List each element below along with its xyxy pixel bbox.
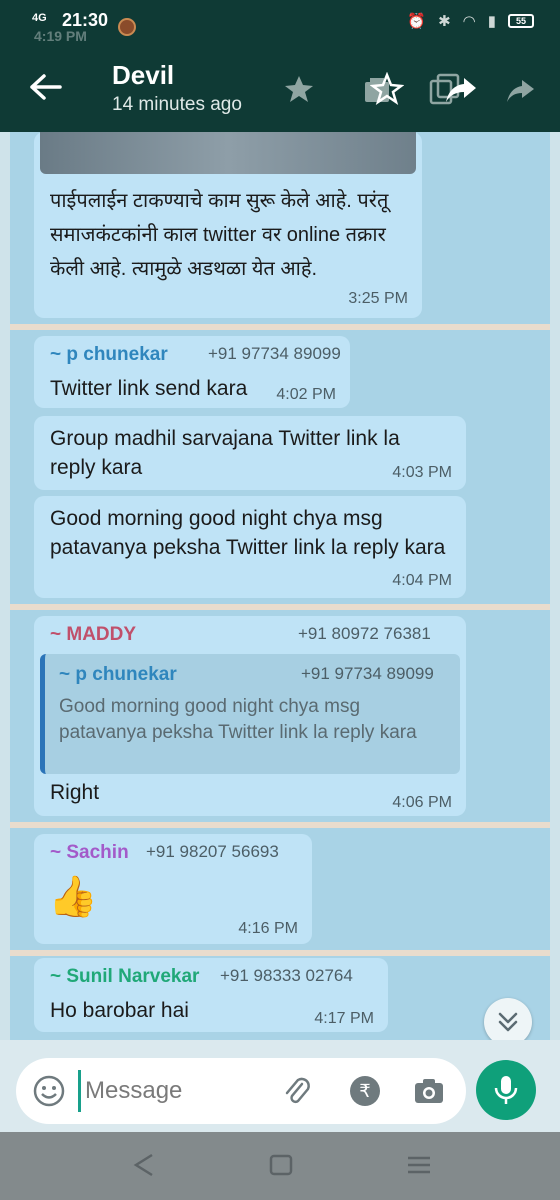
sender-name[interactable]: ~ p chunekar	[50, 344, 168, 366]
ghost-time: 4:19 PM	[34, 28, 87, 44]
separator	[10, 822, 550, 828]
message-time: 3:25 PM	[348, 290, 408, 307]
message-input[interactable]	[78, 1070, 258, 1112]
more-icon[interactable]	[504, 72, 538, 106]
separator	[10, 324, 550, 330]
chat-area[interactable]: पाईपलाईन टाकण्याचे काम सुरू केले आहे. पर…	[10, 132, 550, 1040]
message-text: Ho barobar hai	[50, 999, 189, 1022]
contact-name[interactable]: Devil	[112, 60, 174, 91]
sender-phone: +91 97734 89099	[208, 344, 341, 363]
signal-icon: ▮	[487, 13, 496, 30]
quoted-text: Good morning good night chya msg patavan…	[59, 696, 417, 743]
chat-header: Devil 14 minutes ago	[0, 44, 560, 132]
bluetooth-icon: ✱	[438, 13, 451, 30]
separator	[10, 604, 550, 610]
sender-name[interactable]: ~ MADDY	[50, 624, 136, 646]
message-text: Group madhil sarvajana Twitter link la r…	[50, 427, 400, 479]
message-bubble[interactable]: ~ Sunil Narvekar +91 98333 02764 Ho baro…	[34, 958, 388, 1032]
message-bubble[interactable]: Group madhil sarvajana Twitter link la r…	[34, 416, 466, 490]
quoted-sender: ~ p chunekar	[59, 664, 177, 685]
mic-icon	[494, 1076, 518, 1104]
sender-name[interactable]: ~ Sachin	[50, 842, 129, 864]
emoji-icon[interactable]	[32, 1074, 66, 1108]
message-composer: ₹	[0, 1040, 560, 1132]
message-time: 4:17 PM	[314, 1010, 374, 1027]
notification-dot-icon	[118, 18, 136, 36]
rupee-payment-icon[interactable]: ₹	[348, 1074, 382, 1108]
message-time: 4:16 PM	[238, 920, 298, 937]
alarm-icon: ⏰	[407, 13, 427, 30]
scroll-to-bottom-button[interactable]	[484, 998, 532, 1046]
sender-name[interactable]: ~ Sunil Narvekar	[50, 966, 199, 988]
message-bubble[interactable]: ~ MADDY +91 80972 76381 ~ p chunekar +91…	[34, 616, 466, 816]
svg-text:₹: ₹	[359, 1081, 370, 1102]
message-time: 4:04 PM	[392, 572, 452, 589]
battery-icon: 55	[508, 14, 534, 28]
camera-icon[interactable]	[412, 1074, 446, 1108]
message-time: 4:02 PM	[276, 386, 336, 403]
nav-back-icon[interactable]	[130, 1152, 160, 1178]
network-indicator: 4G	[32, 12, 47, 24]
message-time: 4:06 PM	[392, 794, 452, 811]
thumbs-up-emoji: 👍	[48, 875, 98, 919]
message-text: Twitter link send kara	[50, 377, 248, 400]
message-bubble[interactable]: ~ p chunekar +91 97734 89099 Twitter lin…	[34, 336, 350, 408]
message-bubble[interactable]: Good morning good night chya msg patavan…	[34, 496, 466, 598]
star-icon[interactable]	[282, 72, 316, 106]
sender-phone: +91 98333 02764	[220, 966, 353, 985]
quoted-phone: +91 97734 89099	[301, 664, 434, 683]
message-text: Right	[50, 781, 100, 804]
wifi-icon: ◠	[462, 13, 476, 30]
nav-recents-icon[interactable]	[404, 1152, 434, 1178]
system-nav-bar	[0, 1132, 560, 1200]
last-seen-status: 14 minutes ago	[112, 94, 242, 115]
message-time: 4:03 PM	[392, 464, 452, 481]
separator	[10, 950, 550, 956]
message-input-box[interactable]: ₹	[16, 1058, 466, 1124]
back-arrow-icon[interactable]	[28, 72, 62, 102]
message-text: Good morning good night chya msg patavan…	[50, 507, 446, 559]
chevron-double-down-icon	[498, 1012, 518, 1032]
star-outline-icon[interactable]	[370, 72, 404, 106]
mic-button[interactable]	[476, 1060, 536, 1120]
message-text: पाईपलाईन टाकण्याचे काम सुरू केले आहे. पर…	[50, 190, 389, 280]
sender-phone: +91 98207 56693	[146, 842, 279, 861]
sender-phone: +91 80972 76381	[298, 624, 431, 643]
status-bar: 4G 21:30 4:19 PM ⏰ ✱ ◠ ▮ 55	[0, 0, 560, 44]
message-bubble[interactable]: ~ Sachin +91 98207 56693 👍 4:16 PM	[34, 834, 312, 944]
image-attachment[interactable]	[40, 132, 416, 174]
nav-home-icon[interactable]	[266, 1152, 296, 1178]
message-bubble[interactable]: पाईपलाईन टाकण्याचे काम सुरू केले आहे. पर…	[34, 132, 422, 318]
attach-icon[interactable]	[280, 1074, 314, 1108]
quoted-message[interactable]: ~ p chunekar +91 97734 89099 Good mornin…	[40, 654, 460, 774]
forward-icon[interactable]	[444, 72, 478, 106]
status-icons: ⏰ ✱ ◠ ▮ 55	[407, 12, 534, 30]
